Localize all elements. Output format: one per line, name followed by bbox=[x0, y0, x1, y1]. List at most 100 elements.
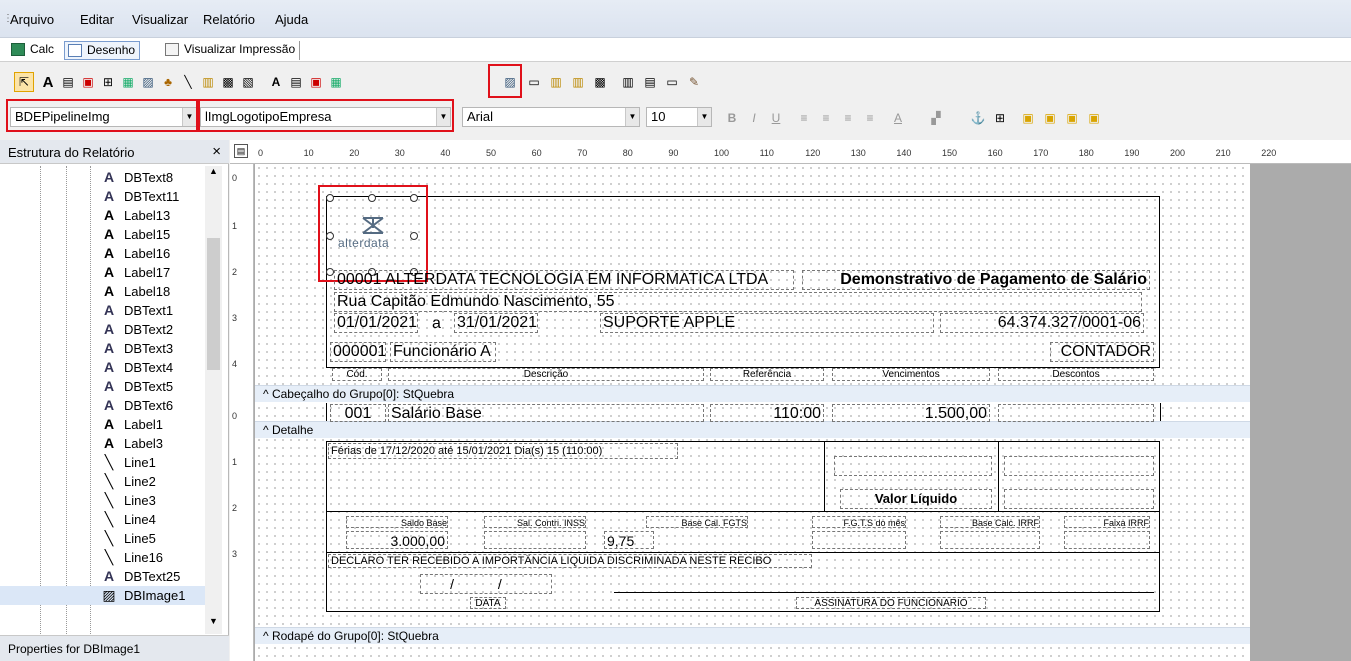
tab-visualizar-impressao[interactable]: Visualizar Impressão bbox=[162, 41, 301, 60]
tree-item-label15[interactable]: A Label15 bbox=[0, 225, 205, 244]
highlight-color-icon[interactable]: ▞ bbox=[926, 108, 946, 128]
region-tool-icon[interactable]: ▧ bbox=[238, 72, 258, 92]
font-color-button[interactable]: A bbox=[888, 108, 908, 128]
paintbrush-tool-icon[interactable]: ✎ bbox=[684, 72, 704, 92]
properties-footer[interactable]: Properties for DBImage1 bbox=[0, 635, 229, 661]
tree-scrollbar[interactable]: ▲ ▼ bbox=[205, 166, 222, 634]
date-to-field[interactable]: 31/01/2021 bbox=[454, 313, 538, 333]
dbbarcode-tool-icon[interactable]: ▥ bbox=[568, 72, 588, 92]
dbmemo-tool-icon[interactable]: ▤ bbox=[286, 72, 306, 92]
dbchart-tool-icon[interactable]: ▥ bbox=[546, 72, 566, 92]
company-field[interactable]: 00001 ALTERDATA TECNOLOGIA EM INFORMATIC… bbox=[334, 270, 794, 290]
send-backward-icon[interactable]: ▣ bbox=[1040, 108, 1060, 128]
date-label[interactable]: DATA bbox=[470, 597, 506, 609]
employee-name-field[interactable]: Funcionário A bbox=[390, 342, 496, 362]
barcode-tool-icon[interactable]: ▩ bbox=[218, 72, 238, 92]
tree-item-dbtext3[interactable]: A DBText3 bbox=[0, 339, 205, 358]
row-venc-field[interactable]: 1.500,00 bbox=[832, 404, 990, 422]
date-from-field[interactable]: 01/01/2021 bbox=[334, 313, 418, 333]
col-descricao[interactable]: Descrição bbox=[388, 368, 704, 381]
menu-editar[interactable]: Editar bbox=[80, 12, 114, 27]
scroll-down-icon[interactable]: ▼ bbox=[205, 616, 222, 633]
net-value-field[interactable] bbox=[1004, 489, 1154, 509]
menu-visualizar[interactable]: Visualizar bbox=[132, 12, 188, 27]
dbtext-tool-icon[interactable]: A bbox=[266, 72, 286, 92]
shape-tool-icon[interactable]: ♣ bbox=[158, 72, 178, 92]
dbrichtext-tool-icon[interactable]: ▣ bbox=[306, 72, 326, 92]
menu-relatorio[interactable]: Relatório bbox=[203, 12, 255, 27]
align-justify-icon[interactable]: ≡ bbox=[860, 108, 880, 128]
align-center-icon[interactable]: ≡ bbox=[816, 108, 836, 128]
tree-item-label18[interactable]: A Label18 bbox=[0, 282, 205, 301]
tree-item-label17[interactable]: A Label17 bbox=[0, 263, 205, 282]
border-icon[interactable]: ⊞ bbox=[990, 108, 1010, 128]
tree-item-label13[interactable]: A Label13 bbox=[0, 206, 205, 225]
fgts-mes-value[interactable] bbox=[812, 531, 906, 549]
align-right-icon[interactable]: ≡ bbox=[838, 108, 858, 128]
row-desc-field[interactable]: Salário Base bbox=[388, 404, 704, 422]
irrf-base-label[interactable]: Base Calc. IRRF bbox=[940, 516, 1040, 528]
select-pointer-icon[interactable]: ⇱ bbox=[14, 72, 34, 92]
department-field[interactable]: SUPORTE APPLE bbox=[600, 313, 934, 333]
font-select[interactable]: Arial ▼ bbox=[462, 107, 640, 127]
memo-tool-icon[interactable]: ▤ bbox=[58, 72, 78, 92]
font-size-select[interactable]: 10 ▼ bbox=[646, 107, 712, 127]
vacation-field[interactable]: Férias de 17/12/2020 até 15/01/2021 Dia(… bbox=[328, 443, 678, 459]
col-referencia[interactable]: Referência bbox=[710, 368, 824, 381]
tree-item-dbimage1[interactable]: ▨ DBImage1 bbox=[0, 586, 205, 605]
crosstab-tool-icon[interactable]: ▤ bbox=[640, 72, 660, 92]
irrf-base-value[interactable] bbox=[940, 531, 1040, 549]
menu-ajuda[interactable]: Ajuda bbox=[275, 12, 308, 27]
report-title-field[interactable]: Demonstrativo de Pagamento de Salário bbox=[802, 270, 1150, 290]
underline-button[interactable]: U bbox=[766, 108, 786, 128]
net-label[interactable]: Valor Líquido bbox=[840, 489, 992, 509]
signature-label[interactable]: ASSINATURA DO FUNCIONARIO bbox=[796, 597, 986, 609]
fgts-mes-label[interactable]: F.G.T.S do mês bbox=[812, 516, 906, 528]
subreport-tool-icon[interactable]: ▥ bbox=[618, 72, 638, 92]
total-desc-field[interactable] bbox=[1004, 456, 1154, 476]
scroll-thumb[interactable] bbox=[207, 238, 220, 370]
group-header-band[interactable]: ^ Cabeçalho do Grupo[0]: StQuebra bbox=[255, 385, 1250, 402]
image-tool-icon[interactable]: ▨ bbox=[138, 72, 158, 92]
tree-item-dbtext2[interactable]: A DBText2 bbox=[0, 320, 205, 339]
col-vencimentos[interactable]: Vencimentos bbox=[832, 368, 990, 381]
dbcalc-tool-icon[interactable]: ▦ bbox=[326, 72, 346, 92]
employee-code-field[interactable]: 000001 bbox=[330, 342, 386, 362]
row-desc2-field[interactable] bbox=[998, 404, 1154, 422]
send-back-icon[interactable]: ▣ bbox=[1084, 108, 1104, 128]
variable-tool-icon[interactable]: ▦ bbox=[118, 72, 138, 92]
address-field[interactable]: Rua Capitão Edmundo Nascimento, 55 bbox=[334, 292, 1142, 312]
tab-desenho[interactable]: Desenho bbox=[64, 41, 141, 60]
fgts-base-value[interactable]: 9,75 bbox=[604, 531, 654, 549]
tree-item-dbtext8[interactable]: A DBText8 bbox=[0, 168, 205, 187]
faixa-irrf-label[interactable]: Faixa IRRF bbox=[1064, 516, 1150, 528]
tree-item-line4[interactable]: ╲ Line4 bbox=[0, 510, 205, 529]
total-venc-field[interactable] bbox=[834, 456, 992, 476]
col-cod[interactable]: Cód. bbox=[332, 368, 382, 381]
role-field[interactable]: CONTADOR bbox=[1050, 342, 1154, 362]
ruler-units-icon[interactable]: ▤ bbox=[234, 144, 248, 158]
saldo-base-value[interactable]: 3.000,00 bbox=[346, 531, 448, 549]
tree-item-label3[interactable]: A Label3 bbox=[0, 434, 205, 453]
cnpj-field[interactable]: 64.374.327/0001-06 bbox=[940, 313, 1144, 333]
bold-button[interactable]: B bbox=[722, 108, 742, 128]
close-icon[interactable]: × bbox=[212, 143, 221, 160]
tree-item-line5[interactable]: ╲ Line5 bbox=[0, 529, 205, 548]
bring-forward-icon[interactable]: ▣ bbox=[1018, 108, 1038, 128]
date-blank-field[interactable]: / / bbox=[420, 574, 552, 594]
group-footer-band[interactable]: ^ Rodapé do Grupo[0]: StQuebra bbox=[255, 627, 1250, 644]
detail-band[interactable]: ^ Detalhe bbox=[255, 421, 1250, 438]
tab-calc[interactable]: Calc bbox=[8, 41, 58, 60]
dbmaxicode-tool-icon[interactable]: ▩ bbox=[590, 72, 610, 92]
tree-item-line2[interactable]: ╲ Line2 bbox=[0, 472, 205, 491]
inss-value[interactable] bbox=[484, 531, 586, 549]
menu-arquivo[interactable]: Arquivo bbox=[10, 12, 54, 27]
bring-front-icon[interactable]: ▣ bbox=[1062, 108, 1082, 128]
tree-item-dbtext1[interactable]: A DBText1 bbox=[0, 301, 205, 320]
declaration-field[interactable]: DECLARO TER RECEBIDO A IMPORTÂNCIA LIQUI… bbox=[328, 554, 812, 568]
label-tool-icon[interactable]: A bbox=[38, 72, 58, 92]
italic-button[interactable]: I bbox=[744, 108, 764, 128]
row-ref-field[interactable]: 110:00 bbox=[710, 404, 824, 422]
tree-item-line3[interactable]: ╲ Line3 bbox=[0, 491, 205, 510]
dbcheckbox-tool-icon[interactable]: ▭ bbox=[524, 72, 544, 92]
